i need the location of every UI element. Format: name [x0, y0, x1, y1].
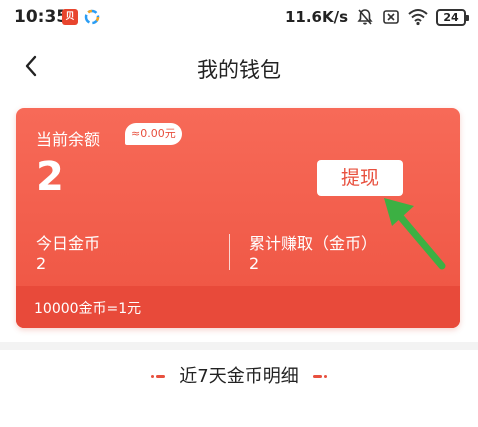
- balance-label: 当前余额: [36, 130, 101, 149]
- withdraw-button[interactable]: 提现: [317, 160, 403, 196]
- green-arrow-icon: [384, 198, 446, 270]
- status-bar: 10:35 贝 11.6K/s 24: [0, 0, 478, 34]
- section-header: 近7天金币明细: [0, 362, 478, 392]
- total-earned-value: 2: [249, 254, 260, 273]
- balance-value: 2: [36, 154, 64, 200]
- section-title: 近7天金币明细: [179, 366, 299, 387]
- bell-off-icon: [357, 9, 373, 25]
- status-indicators: 11.6K/s 24: [284, 6, 469, 28]
- stat-divider: [229, 234, 230, 270]
- total-earned-label: 累计赚取（金币）: [249, 234, 378, 253]
- app-notification-icon: 贝: [62, 9, 78, 25]
- sim-x-icon: [383, 10, 399, 24]
- app-logo-icon: [84, 9, 100, 25]
- right-decoration-icon: [312, 366, 328, 385]
- today-coins-label: 今日金币: [36, 234, 101, 253]
- network-speed: 11.6K/s: [284, 8, 348, 26]
- card-footer: 10000金币=1元: [16, 286, 460, 328]
- nav-bar: 我的钱包: [0, 34, 478, 100]
- wifi-icon: [408, 9, 428, 26]
- status-time: 10:35: [14, 7, 69, 27]
- page-title: 我的钱包: [197, 58, 281, 82]
- today-coins-value: 2: [36, 254, 47, 273]
- exchange-rate-text: 10000金币=1元: [34, 301, 142, 317]
- battery-icon: 24: [436, 8, 469, 26]
- section-separator: [0, 342, 478, 350]
- approx-value-badge: ≈0.00元: [125, 123, 182, 145]
- left-decoration-icon: [150, 366, 166, 385]
